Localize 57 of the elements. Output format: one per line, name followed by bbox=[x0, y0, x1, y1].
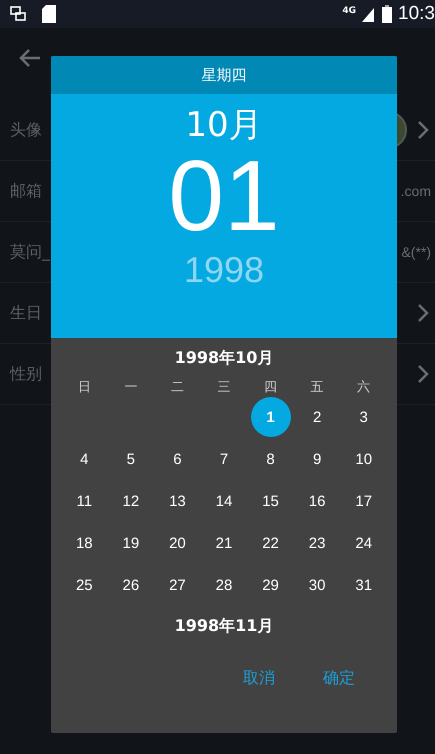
day-cell[interactable]: 22 bbox=[250, 523, 291, 563]
day-cell[interactable]: 18 bbox=[64, 523, 104, 563]
chevron-icon[interactable] bbox=[417, 303, 429, 323]
chevron-icon[interactable] bbox=[417, 120, 429, 140]
day-cell[interactable]: 4 bbox=[64, 439, 104, 479]
row-label: 邮箱 bbox=[10, 180, 42, 202]
day-cell[interactable]: 23 bbox=[297, 523, 338, 563]
day-cell[interactable]: 17 bbox=[344, 481, 384, 521]
day-cell[interactable]: 28 bbox=[204, 565, 244, 605]
day-cell[interactable]: 15 bbox=[250, 481, 291, 521]
day-cell[interactable]: 9 bbox=[297, 439, 338, 479]
day-cell[interactable]: 30 bbox=[297, 565, 338, 605]
weekday-label: 四 bbox=[263, 379, 278, 396]
sd-card-icon bbox=[42, 5, 56, 23]
day-cell[interactable]: 27 bbox=[157, 565, 198, 605]
weekday-header: 星期四 bbox=[51, 56, 397, 94]
day-cell[interactable]: 26 bbox=[110, 565, 151, 605]
month-title: 1998年10月 bbox=[174, 348, 274, 369]
row-label: 头像 bbox=[10, 120, 42, 140]
weekday-label: 日 bbox=[76, 379, 92, 396]
day-cell[interactable]: 13 bbox=[157, 481, 198, 521]
row-value: &(**) bbox=[401, 244, 431, 260]
weekday-label: 一 bbox=[123, 379, 138, 396]
row-label: 性别 bbox=[10, 364, 42, 384]
chevron-icon[interactable] bbox=[417, 364, 429, 384]
day-cell[interactable]: 11 bbox=[64, 481, 104, 521]
day-cell[interactable]: 5 bbox=[110, 439, 151, 479]
signal-icon bbox=[362, 6, 376, 22]
day-cell[interactable]: 8 bbox=[250, 439, 291, 479]
weekday-label: 三 bbox=[216, 379, 232, 396]
month-title: 1998年11月 bbox=[174, 616, 274, 637]
day-cell[interactable]: 24 bbox=[344, 523, 384, 563]
row-value: .com bbox=[400, 183, 431, 199]
back-arrow-icon[interactable] bbox=[18, 48, 42, 68]
weekday-label: 五 bbox=[310, 379, 325, 396]
row-label: 莫问_ bbox=[10, 242, 50, 262]
day-cell[interactable]: 7 bbox=[204, 439, 244, 479]
row-label: 生日 bbox=[10, 302, 42, 324]
day-cell[interactable]: 2 bbox=[297, 397, 338, 437]
weekday-label: 二 bbox=[170, 379, 185, 396]
day-cell[interactable]: 10 bbox=[344, 439, 384, 479]
day-cell[interactable]: 12 bbox=[110, 481, 151, 521]
weekday-label: 六 bbox=[356, 379, 372, 396]
day-cell[interactable]: 6 bbox=[157, 439, 198, 479]
clock-time: 10:3 bbox=[398, 3, 435, 25]
day-cell[interactable]: 14 bbox=[204, 481, 244, 521]
day-cell[interactable]: 20 bbox=[157, 523, 198, 563]
day-cell[interactable]: 3 bbox=[344, 397, 384, 437]
day-cell[interactable]: 29 bbox=[250, 565, 291, 605]
battery-icon bbox=[382, 5, 392, 23]
overlay-windows-icon bbox=[10, 6, 26, 22]
day-cell[interactable]: 16 bbox=[297, 481, 338, 521]
day-cell[interactable]: 19 bbox=[110, 523, 151, 563]
day-cell[interactable]: 31 bbox=[344, 565, 384, 605]
day-cell[interactable]: 25 bbox=[64, 565, 104, 605]
day-cell[interactable]: 21 bbox=[204, 523, 244, 563]
network-label: 4G bbox=[342, 6, 356, 16]
